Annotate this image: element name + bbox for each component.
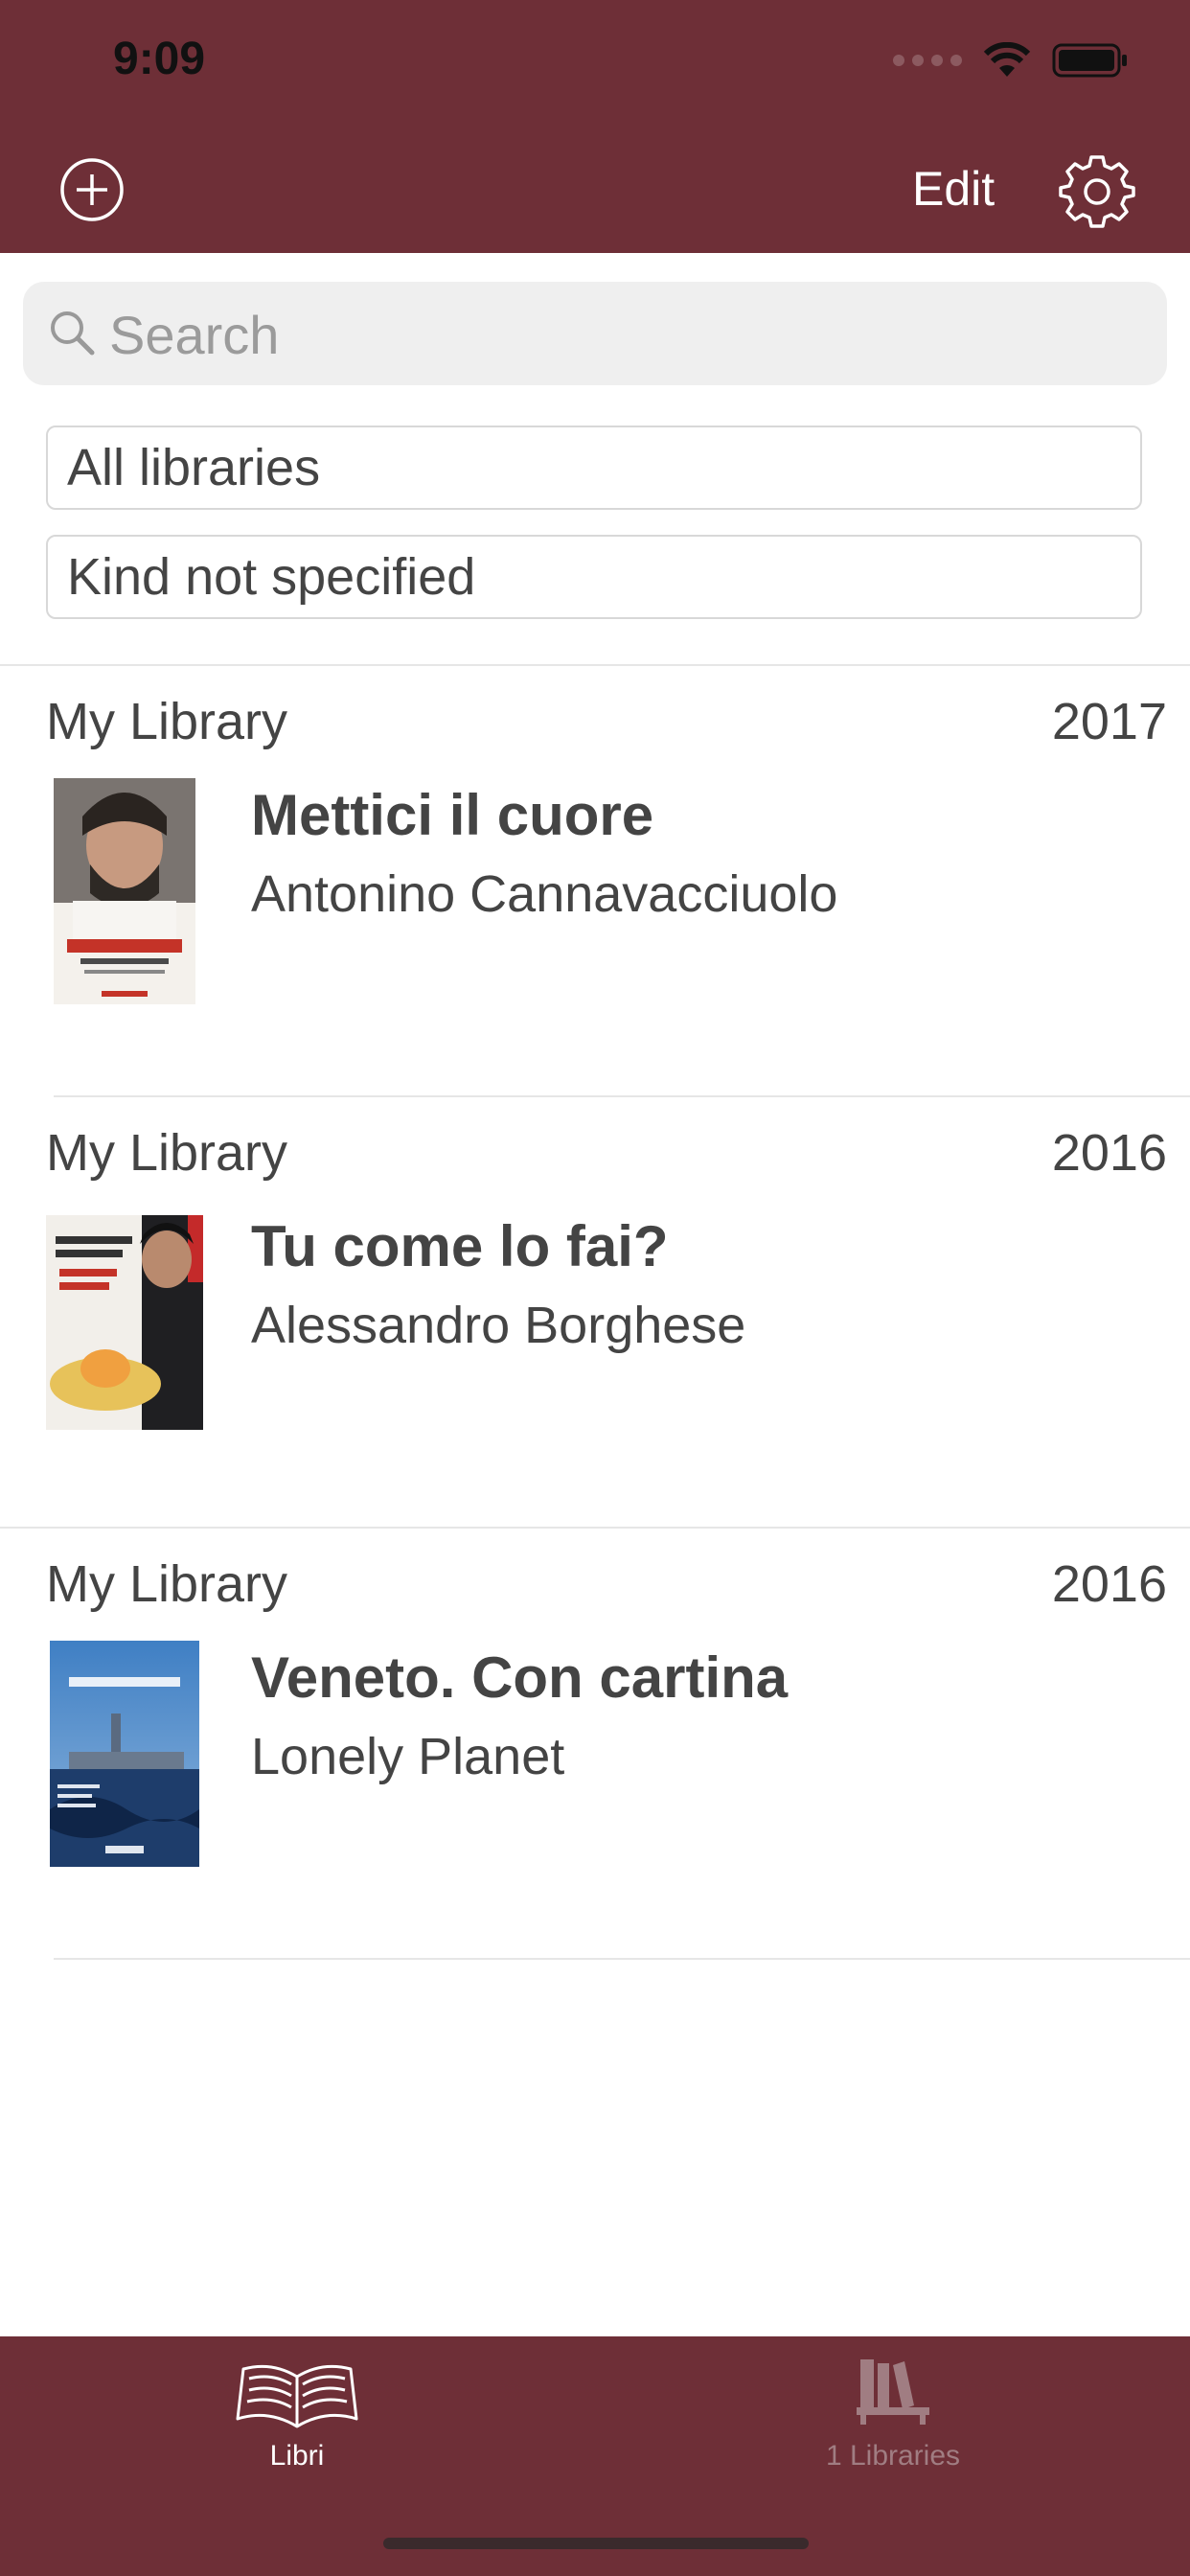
list-divider bbox=[54, 1095, 1190, 1097]
book-cover bbox=[46, 1215, 203, 1430]
book-year: 2017 bbox=[1051, 693, 1167, 750]
book-cover bbox=[54, 778, 195, 1004]
book-cover bbox=[50, 1641, 199, 1867]
book-title: Veneto. Con cartina bbox=[251, 1645, 789, 1710]
book-year: 2016 bbox=[1051, 1555, 1167, 1613]
book-author: Alessandro Borghese bbox=[251, 1297, 746, 1354]
status-indicators bbox=[893, 42, 1129, 79]
book-title: Mettici il cuore bbox=[251, 783, 654, 847]
home-indicator bbox=[383, 2538, 809, 2549]
search-icon bbox=[51, 311, 95, 356]
signal-icon bbox=[893, 55, 962, 66]
search-input[interactable] bbox=[107, 282, 1146, 387]
tab-label: Libri bbox=[269, 2440, 325, 2472]
list-divider bbox=[0, 664, 1190, 666]
wifi-icon bbox=[983, 42, 1031, 77]
library-filter[interactable]: All libraries bbox=[46, 426, 1142, 510]
book-library: My Library bbox=[46, 693, 288, 750]
tab-libraries[interactable]: 1 Libraries bbox=[701, 2336, 1085, 2509]
open-book-icon bbox=[236, 2364, 358, 2428]
book-library: My Library bbox=[46, 1124, 288, 1182]
search-bar bbox=[23, 282, 1167, 387]
kind-filter[interactable]: Kind not specified bbox=[46, 535, 1142, 619]
battery-icon bbox=[1052, 43, 1127, 78]
book-year: 2016 bbox=[1051, 1124, 1167, 1182]
list-divider bbox=[0, 1527, 1190, 1529]
book-author: Lonely Planet bbox=[251, 1728, 565, 1785]
tab-libri[interactable]: Libri bbox=[105, 2336, 489, 2509]
settings-gear-button[interactable] bbox=[1058, 151, 1136, 230]
list-divider bbox=[54, 1958, 1190, 1960]
book-author: Antonino Cannavacciuolo bbox=[251, 865, 838, 923]
book-library: My Library bbox=[46, 1555, 288, 1613]
edit-button[interactable]: Edit bbox=[912, 161, 995, 217]
book-title: Tu come lo fai? bbox=[251, 1214, 669, 1278]
add-book-button[interactable] bbox=[57, 155, 126, 224]
tab-label: 1 Libraries bbox=[825, 2440, 961, 2472]
bookshelf-icon bbox=[857, 2359, 929, 2425]
navigation-bar: 9:09 Edit bbox=[0, 0, 1190, 253]
status-time: 9:09 bbox=[113, 34, 206, 84]
